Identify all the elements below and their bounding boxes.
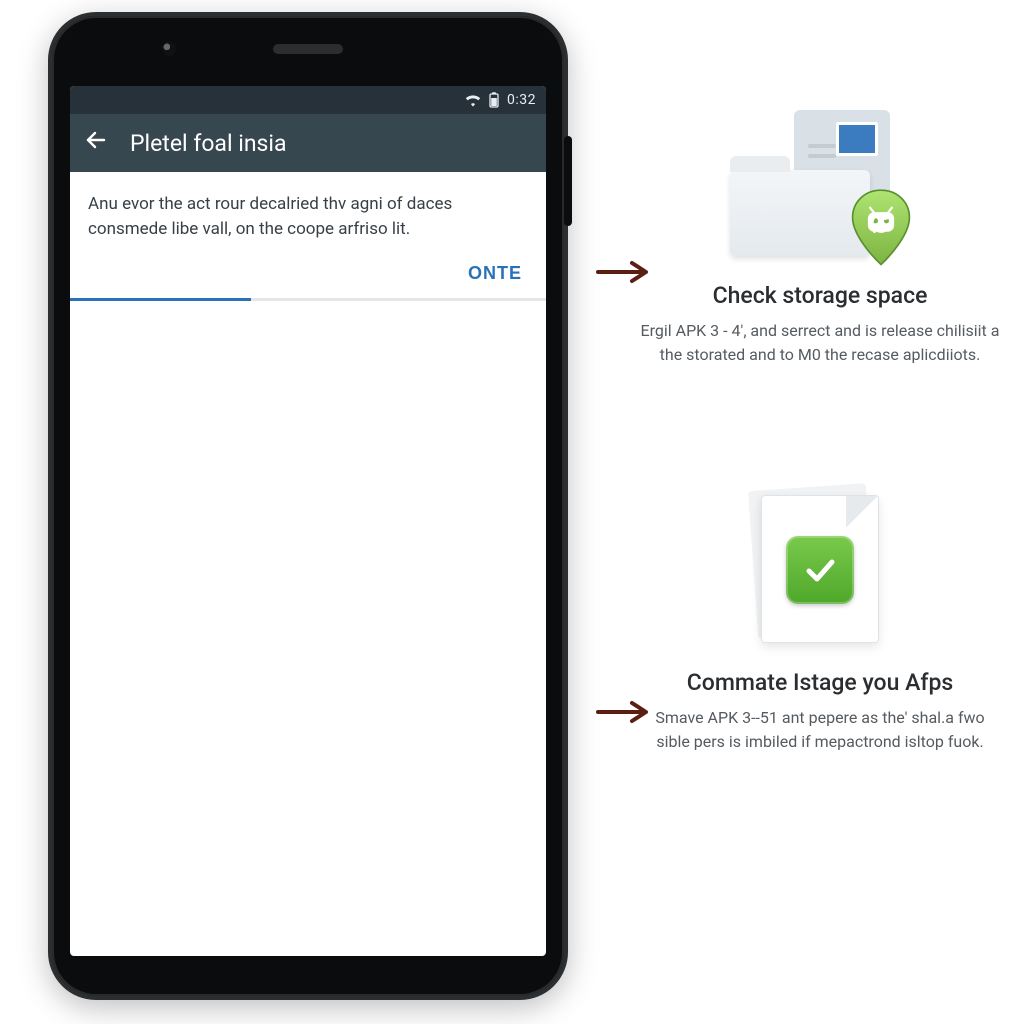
- tip-title: Commate Istage you Afps: [640, 669, 1000, 696]
- progress-fill: [70, 298, 251, 301]
- progress-bar: [70, 298, 546, 301]
- file-check-icon: [745, 487, 895, 647]
- front-camera: [162, 42, 176, 56]
- earpiece: [273, 44, 343, 54]
- status-clock: 0:32: [507, 92, 536, 108]
- app-bar: Pletel foal insia: [70, 114, 546, 172]
- battery-icon: [489, 92, 499, 108]
- status-bar: 0:32: [70, 86, 546, 114]
- tip-text: Ergil APK 3 - 4', and serrect and is rel…: [640, 319, 1000, 367]
- tip-file-ok: Commate Istage you Afps Smave APK 3--51 …: [640, 487, 1000, 754]
- tip-title: Check storage space: [640, 282, 1000, 309]
- checkmark-icon: [786, 536, 854, 604]
- back-icon[interactable]: [84, 128, 108, 158]
- phone-screen: 0:32 Pletel foal insia Anu evor the act …: [70, 86, 546, 956]
- app-bar-title: Pletel foal insia: [130, 130, 287, 157]
- tip-text: Smave APK 3--51 ant pepere as the' shal.…: [640, 706, 1000, 754]
- tip-storage: Check storage space Ergil APK 3 - 4', an…: [640, 110, 1000, 367]
- wifi-icon: [465, 93, 481, 107]
- action-row: ONTE: [70, 241, 546, 298]
- android-icon: [846, 188, 916, 268]
- storage-icon: [730, 110, 910, 260]
- phone-frame: 0:32 Pletel foal insia Anu evor the act …: [48, 12, 568, 1000]
- description-text: Anu evor the act rour decalried thv agni…: [70, 172, 546, 241]
- tips-column: Check storage space Ergil APK 3 - 4', an…: [640, 110, 1000, 874]
- primary-action-button[interactable]: ONTE: [468, 263, 522, 284]
